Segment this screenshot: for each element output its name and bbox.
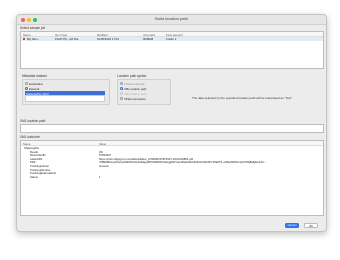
row-item-type: PHOTOS - pdf File <box>55 37 79 42</box>
option-choose-element[interactable]: Choose element <box>124 82 144 86</box>
option-xml-location-path[interactable]: XML location path <box>124 87 146 91</box>
row-flow-element: Folder 1 <box>166 37 177 42</box>
title-bar: Build location path <box>17 15 326 25</box>
tree-row-name[interactable]: Status <box>30 175 38 179</box>
build-location-path-window: Build location path Select sample job Na… <box>16 14 327 232</box>
dataset-option-external[interactable]: External <box>29 87 39 91</box>
window-title: Build location path <box>155 16 188 21</box>
option-xml-location-path-disabled: XML location path <box>124 92 147 96</box>
dataset-panel: Embedded External ShippingPro (Xml) <box>22 79 110 105</box>
table-row[interactable]: Big Sam... PHOTOS - pdf File 01/05/2020 … <box>21 36 323 42</box>
tree-header <box>21 141 323 146</box>
cancel-button[interactable]: Cancel <box>285 223 299 228</box>
pdf-file-icon <box>23 37 25 40</box>
radio-xpath-expression[interactable] <box>120 97 123 100</box>
xml-data-tree-label: XML data tree <box>20 135 40 139</box>
sample-job-table[interactable]: Name Item Type Modified Job prefix Flow … <box>20 31 324 69</box>
radio-xml-location-path-disabled <box>120 92 123 95</box>
sample-job-label: Select sample job <box>20 26 46 30</box>
radio-choose-element[interactable] <box>120 82 123 85</box>
dataset-option-embedded[interactable]: Embedded <box>29 82 43 86</box>
location-path-panel: Choose element XML location path XML loc… <box>117 79 171 105</box>
option-xpath-expression[interactable]: XPath expression <box>124 97 146 101</box>
tree-row-value: Generic <box>99 164 109 168</box>
dataset-label: Metadata dataset <box>22 74 47 78</box>
tree-row-value: 1 <box>99 174 101 179</box>
tree-column-name[interactable]: Name <box>23 142 30 146</box>
dataset-radio-external[interactable] <box>25 86 28 90</box>
row-job-prefix: 0038HB <box>143 37 154 42</box>
location-path-label: Location path syntax <box>117 74 147 78</box>
tree-row-value: JVBERi0xLjUKJeLjz9MKNCAwIG9iago8PC9MZW5n… <box>99 160 267 165</box>
xml-data-tree[interactable]: Name Value ShippingPro Result OK NewOrderID… <box>20 140 324 216</box>
dataset-list[interactable] <box>25 95 105 102</box>
tree-column-value[interactable]: Value <box>99 142 106 146</box>
ok-button[interactable]: OK <box>304 223 318 228</box>
row-name: Big Sam... <box>27 37 40 42</box>
radio-xml-location-path[interactable] <box>120 87 123 90</box>
xml-location-path-field[interactable] <box>20 124 324 133</box>
xml-location-path-label: XML location path <box>20 119 46 123</box>
row-modified: 01/05/2020 17:03 <box>97 37 119 42</box>
interpretation-info: The data selected by the specified locat… <box>192 96 293 100</box>
dataset-radio-embedded[interactable] <box>25 82 28 85</box>
